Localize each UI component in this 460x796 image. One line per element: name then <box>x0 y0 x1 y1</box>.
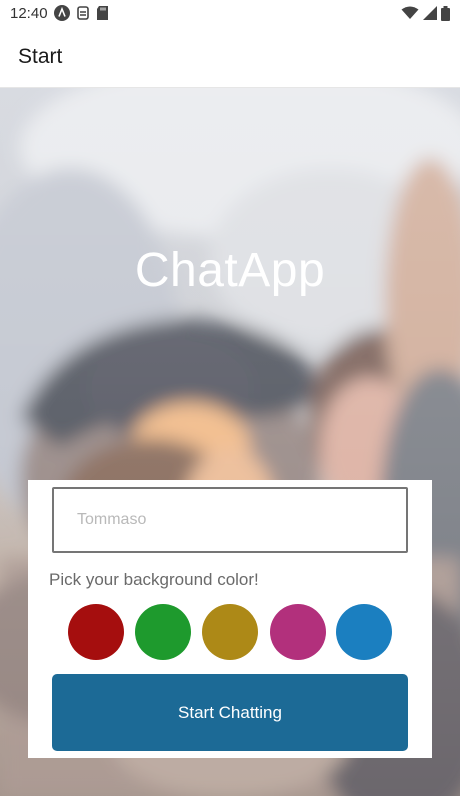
sim-alert-icon <box>76 5 90 21</box>
color-swatch-green[interactable] <box>135 604 191 660</box>
start-chatting-button[interactable]: Start Chatting <box>52 674 408 751</box>
android-studio-icon <box>53 5 70 21</box>
screen-title: Start <box>18 44 63 68</box>
app-bar: Start <box>0 26 460 88</box>
color-swatch-red[interactable] <box>68 604 124 660</box>
color-swatch-group <box>68 604 394 662</box>
start-form-card: Pick your background color! Start Chatti… <box>28 480 432 758</box>
color-swatch-magenta[interactable] <box>270 604 326 660</box>
pick-color-label: Pick your background color! <box>49 570 259 589</box>
color-swatch-gold[interactable] <box>202 604 258 660</box>
sd-card-icon <box>96 5 109 21</box>
app-title: ChatApp <box>134 244 326 297</box>
status-bar: 12:40 <box>0 0 460 26</box>
signal-icon <box>423 6 437 20</box>
battery-icon <box>441 5 450 21</box>
status-time: 12:40 <box>10 4 48 22</box>
status-left: 12:40 <box>10 5 109 22</box>
status-right <box>401 5 450 21</box>
wifi-icon <box>401 6 419 20</box>
name-input[interactable] <box>52 487 408 553</box>
color-swatch-blue[interactable] <box>336 604 392 660</box>
